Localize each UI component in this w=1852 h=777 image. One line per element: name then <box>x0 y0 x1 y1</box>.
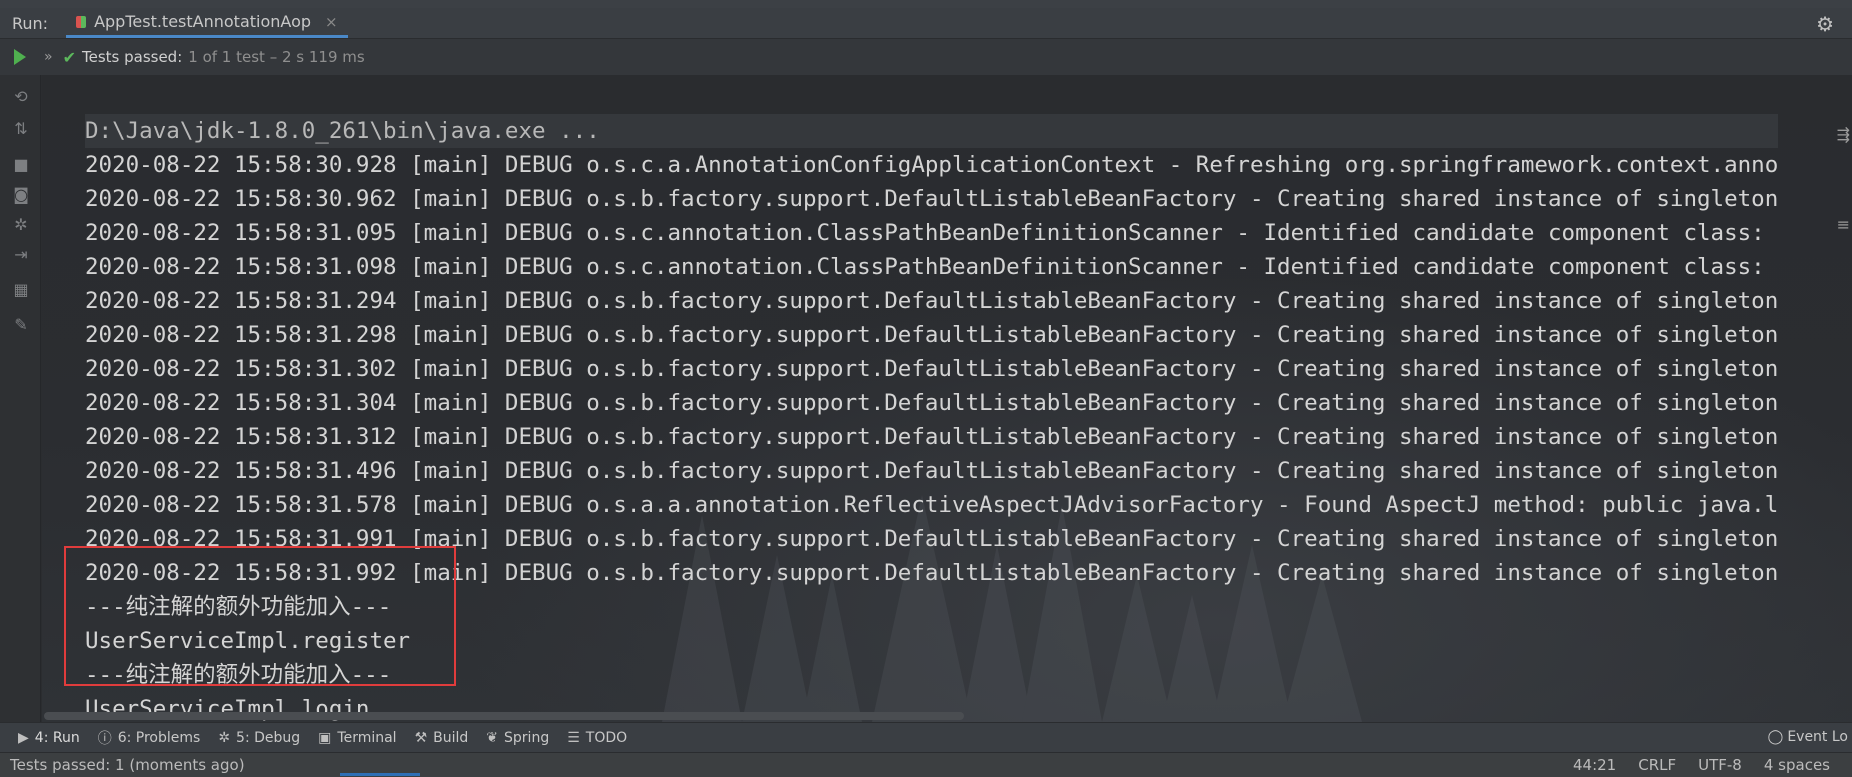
toggle-icon[interactable]: ⇅ <box>12 119 30 138</box>
highlight-box <box>64 546 456 686</box>
console-line: 2020-08-22 15:58:31.095 [main] DEBUG o.s… <box>85 220 1765 246</box>
camera-icon[interactable]: ◙ <box>12 185 30 204</box>
status-bar: Tests passed: 1 (moments ago) 44:21 CRLF… <box>0 752 1852 777</box>
checkmark-icon: ✔ <box>62 47 76 67</box>
status-message: Tests passed: 1 (moments ago) <box>10 756 245 774</box>
terminal-icon: ▣ <box>318 730 332 746</box>
console-line: 2020-08-22 15:58:30.962 [main] DEBUG o.s… <box>85 186 1779 212</box>
tab-todo[interactable]: ☰ TODO <box>567 730 627 746</box>
console-line: 2020-08-22 15:58:31.302 [main] DEBUG o.s… <box>85 356 1779 382</box>
test-status-row: » ✔ Tests passed: 1 of 1 test – 2 s 119 … <box>0 39 1852 75</box>
caret-position[interactable]: 44:21 <box>1573 756 1616 774</box>
event-log-label: Event Lo <box>1787 729 1848 745</box>
tab-terminal[interactable]: ▣ Terminal <box>318 730 396 746</box>
tab-debug[interactable]: ✲ 5: Debug <box>218 730 300 746</box>
tests-passed-label: Tests passed: <box>81 48 183 66</box>
indent-setting[interactable]: 4 spaces <box>1764 756 1830 774</box>
scroll-icon[interactable]: ⇶ <box>1837 125 1850 144</box>
tab-build[interactable]: ⚒ Build <box>415 730 469 746</box>
pin-icon[interactable]: ✎ <box>12 315 30 334</box>
run-sidebar: ⟲ ⇅ ■ ◙ ✲ ⇥ ▦ ✎ <box>0 75 41 722</box>
rerun-play-icon[interactable] <box>14 49 26 65</box>
console-line: 2020-08-22 15:58:31.304 [main] DEBUG o.s… <box>85 390 1779 416</box>
file-encoding[interactable]: UTF-8 <box>1698 756 1742 774</box>
tab-run[interactable]: ▶ 4: Run <box>18 730 80 746</box>
info-icon: ⓘ <box>97 731 112 747</box>
layout-icon[interactable]: ▦ <box>12 280 30 299</box>
play-icon: ▶ <box>18 730 29 746</box>
tab-label: Spring <box>504 730 550 746</box>
console-line: 2020-08-22 15:58:31.294 [main] DEBUG o.s… <box>85 288 1779 314</box>
top-editor-strip <box>0 0 1852 8</box>
horizontal-scrollbar[interactable] <box>44 712 964 720</box>
console-line: 2020-08-22 15:58:31.578 [main] DEBUG o.s… <box>85 492 1779 518</box>
tab-problems[interactable]: ⓘ 6: Problems <box>98 728 201 748</box>
speech-bubble-icon: ◯ <box>1767 729 1784 745</box>
console-line: 2020-08-22 15:58:31.496 [main] DEBUG o.s… <box>85 458 1779 484</box>
wrap-icon[interactable]: ≡ <box>1837 215 1850 234</box>
run-tab-title: AppTest.testAnnotationAop <box>94 12 312 31</box>
tab-spring[interactable]: ❦ Spring <box>486 730 549 746</box>
stop-icon[interactable]: ■ <box>12 155 30 174</box>
test-config-icon <box>76 15 87 28</box>
console-line: 2020-08-22 15:58:31.298 [main] DEBUG o.s… <box>85 322 1779 348</box>
event-log-button[interactable]: ◯ Event Lo <box>1768 722 1852 752</box>
exit-icon[interactable]: ⇥ <box>12 245 30 264</box>
close-icon[interactable]: × <box>325 13 338 31</box>
rerun-failed-icon[interactable]: ⟲ <box>12 87 30 106</box>
expand-chevrons-icon[interactable]: » <box>44 49 53 65</box>
tab-label: 5: Debug <box>236 730 301 746</box>
leaf-icon: ❦ <box>486 730 499 746</box>
bug-icon: ✲ <box>218 730 231 746</box>
tab-label: 6: Problems <box>117 730 201 746</box>
tab-label: Terminal <box>337 730 397 746</box>
tool-window-bar: ▶ 4: Run ⓘ 6: Problems ✲ 5: Debug ▣ Term… <box>0 722 1852 753</box>
console-line: 2020-08-22 15:58:31.098 [main] DEBUG o.s… <box>85 254 1765 280</box>
gear-icon[interactable]: ⚙ <box>1816 12 1834 36</box>
hammer-icon: ⚒ <box>414 730 428 746</box>
console-line: D:\Java\jdk-1.8.0_261\bin\java.exe ... <box>85 114 1779 148</box>
run-tab[interactable]: AppTest.testAnnotationAop × <box>66 8 348 38</box>
list-icon: ☰ <box>567 730 580 746</box>
console-line: 2020-08-22 15:58:31.312 [main] DEBUG o.s… <box>85 424 1779 450</box>
tab-label: TODO <box>585 730 628 746</box>
console-line: 2020-08-22 15:58:30.928 [main] DEBUG o.s… <box>85 152 1779 178</box>
tests-passed-detail: 1 of 1 test – 2 s 119 ms <box>188 48 365 66</box>
tab-label: 4: Run <box>34 730 80 746</box>
run-label: Run: <box>12 13 49 33</box>
line-separator[interactable]: CRLF <box>1638 756 1676 774</box>
tab-label: Build <box>433 730 469 746</box>
settings-icon[interactable]: ✲ <box>12 215 30 234</box>
run-toolwindow-header: Run: AppTest.testAnnotationAop × ⚙ <box>0 8 1852 39</box>
